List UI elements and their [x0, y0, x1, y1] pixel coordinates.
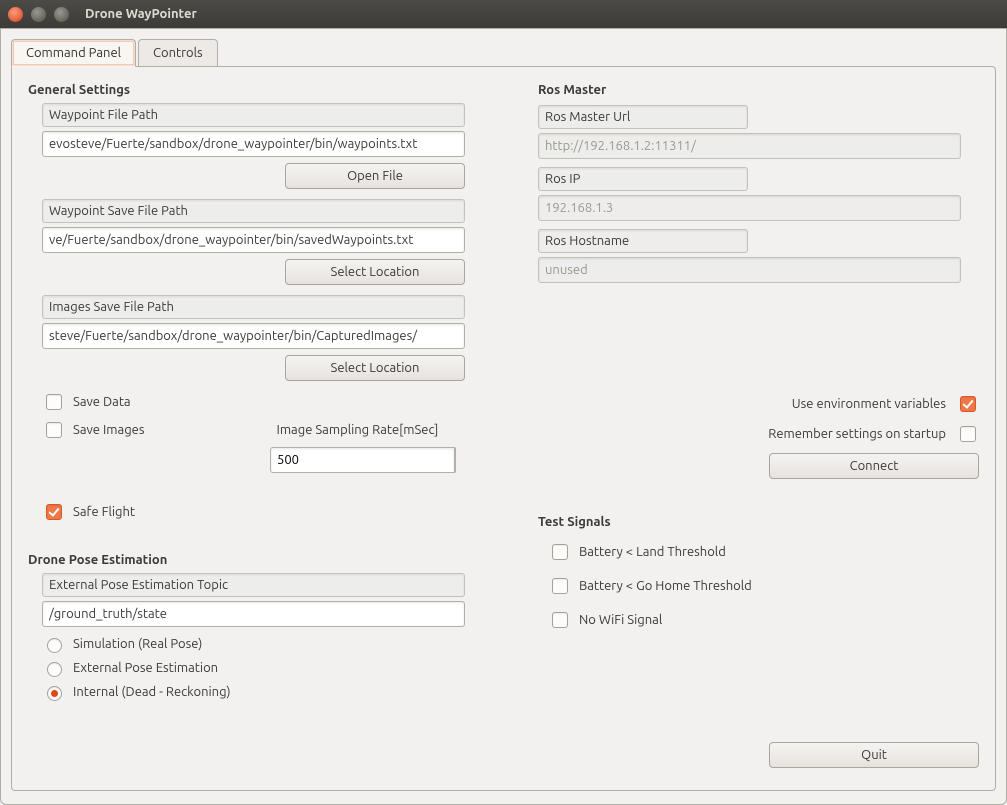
- save-data-checkbox[interactable]: [46, 394, 62, 410]
- images-save-input[interactable]: [42, 323, 465, 349]
- images-save-label: Images Save File Path: [42, 295, 465, 319]
- connect-button[interactable]: Connect: [769, 453, 979, 479]
- ros-url-label: Ros Master Url: [538, 105, 748, 129]
- safe-flight-label: Safe Flight: [73, 505, 135, 519]
- pose-simulation-radio[interactable]: [47, 638, 62, 653]
- ros-hostname-input[interactable]: [538, 257, 961, 283]
- pose-estimation-title: Drone Pose Estimation: [28, 553, 478, 567]
- general-settings-title: General Settings: [28, 83, 478, 97]
- pose-internal-radio[interactable]: [47, 686, 62, 701]
- battery-land-label: Battery < Land Threshold: [579, 545, 726, 559]
- ros-hostname-label: Ros Hostname: [538, 229, 748, 253]
- ros-ip-label: Ros IP: [538, 167, 748, 191]
- ros-ip-input[interactable]: [538, 195, 961, 221]
- pose-internal-label: Internal (Dead - Reckoning): [73, 685, 231, 699]
- use-env-label: Use environment variables: [792, 397, 946, 411]
- left-column: General Settings Waypoint File Path Open…: [28, 79, 478, 774]
- no-wifi-label: No WiFi Signal: [579, 613, 662, 627]
- open-file-button[interactable]: Open File: [285, 163, 465, 189]
- no-wifi-checkbox[interactable]: [552, 612, 568, 628]
- sampling-rate-label: Image Sampling Rate[mSec]: [277, 423, 439, 437]
- battery-land-checkbox[interactable]: [552, 544, 568, 560]
- waypoint-save-label: Waypoint Save File Path: [42, 199, 465, 223]
- test-signals-title: Test Signals: [538, 515, 979, 529]
- tab-bar: Command Panel Controls: [11, 39, 996, 67]
- waypoint-save-input[interactable]: [42, 227, 465, 253]
- sampling-rate-spinbox[interactable]: ▲ ▼: [270, 447, 450, 473]
- waypoint-file-label: Waypoint File Path: [42, 103, 465, 127]
- ros-url-input[interactable]: [538, 133, 961, 159]
- safe-flight-checkbox[interactable]: [46, 504, 62, 520]
- command-panel: General Settings Waypoint File Path Open…: [11, 66, 996, 791]
- quit-button[interactable]: Quit: [769, 742, 979, 768]
- sampling-rate-input[interactable]: [270, 447, 454, 473]
- pose-topic-label: External Pose Estimation Topic: [42, 573, 465, 597]
- pose-topic-input[interactable]: [42, 601, 465, 627]
- battery-home-checkbox[interactable]: [552, 578, 568, 594]
- save-images-checkbox[interactable]: [46, 422, 62, 438]
- pose-external-label: External Pose Estimation: [73, 661, 218, 675]
- remember-settings-checkbox[interactable]: [960, 426, 976, 442]
- save-images-label: Save Images: [73, 423, 145, 437]
- right-column: Ros Master Ros Master Url Ros IP Ros Hos…: [538, 79, 979, 774]
- tab-command-panel[interactable]: Command Panel: [11, 39, 136, 67]
- window-title: Drone WayPointer: [85, 7, 197, 21]
- select-location-waypoint-button[interactable]: Select Location: [285, 259, 465, 285]
- select-location-images-button[interactable]: Select Location: [285, 355, 465, 381]
- waypoint-file-input[interactable]: [42, 131, 465, 157]
- window-body: Command Panel Controls General Settings …: [0, 28, 1007, 805]
- window-minimize-icon[interactable]: [31, 7, 46, 22]
- pose-external-radio[interactable]: [47, 662, 62, 677]
- battery-home-label: Battery < Go Home Threshold: [579, 579, 752, 593]
- titlebar: Drone WayPointer: [0, 0, 1007, 28]
- window-close-icon[interactable]: [8, 7, 23, 22]
- use-env-checkbox[interactable]: [960, 396, 976, 412]
- remember-settings-label: Remember settings on startup: [768, 427, 946, 441]
- pose-simulation-label: Simulation (Real Pose): [73, 637, 202, 651]
- ros-master-title: Ros Master: [538, 83, 979, 97]
- window-maximize-icon[interactable]: [54, 7, 69, 22]
- save-data-label: Save Data: [73, 395, 131, 409]
- tab-controls[interactable]: Controls: [138, 39, 218, 67]
